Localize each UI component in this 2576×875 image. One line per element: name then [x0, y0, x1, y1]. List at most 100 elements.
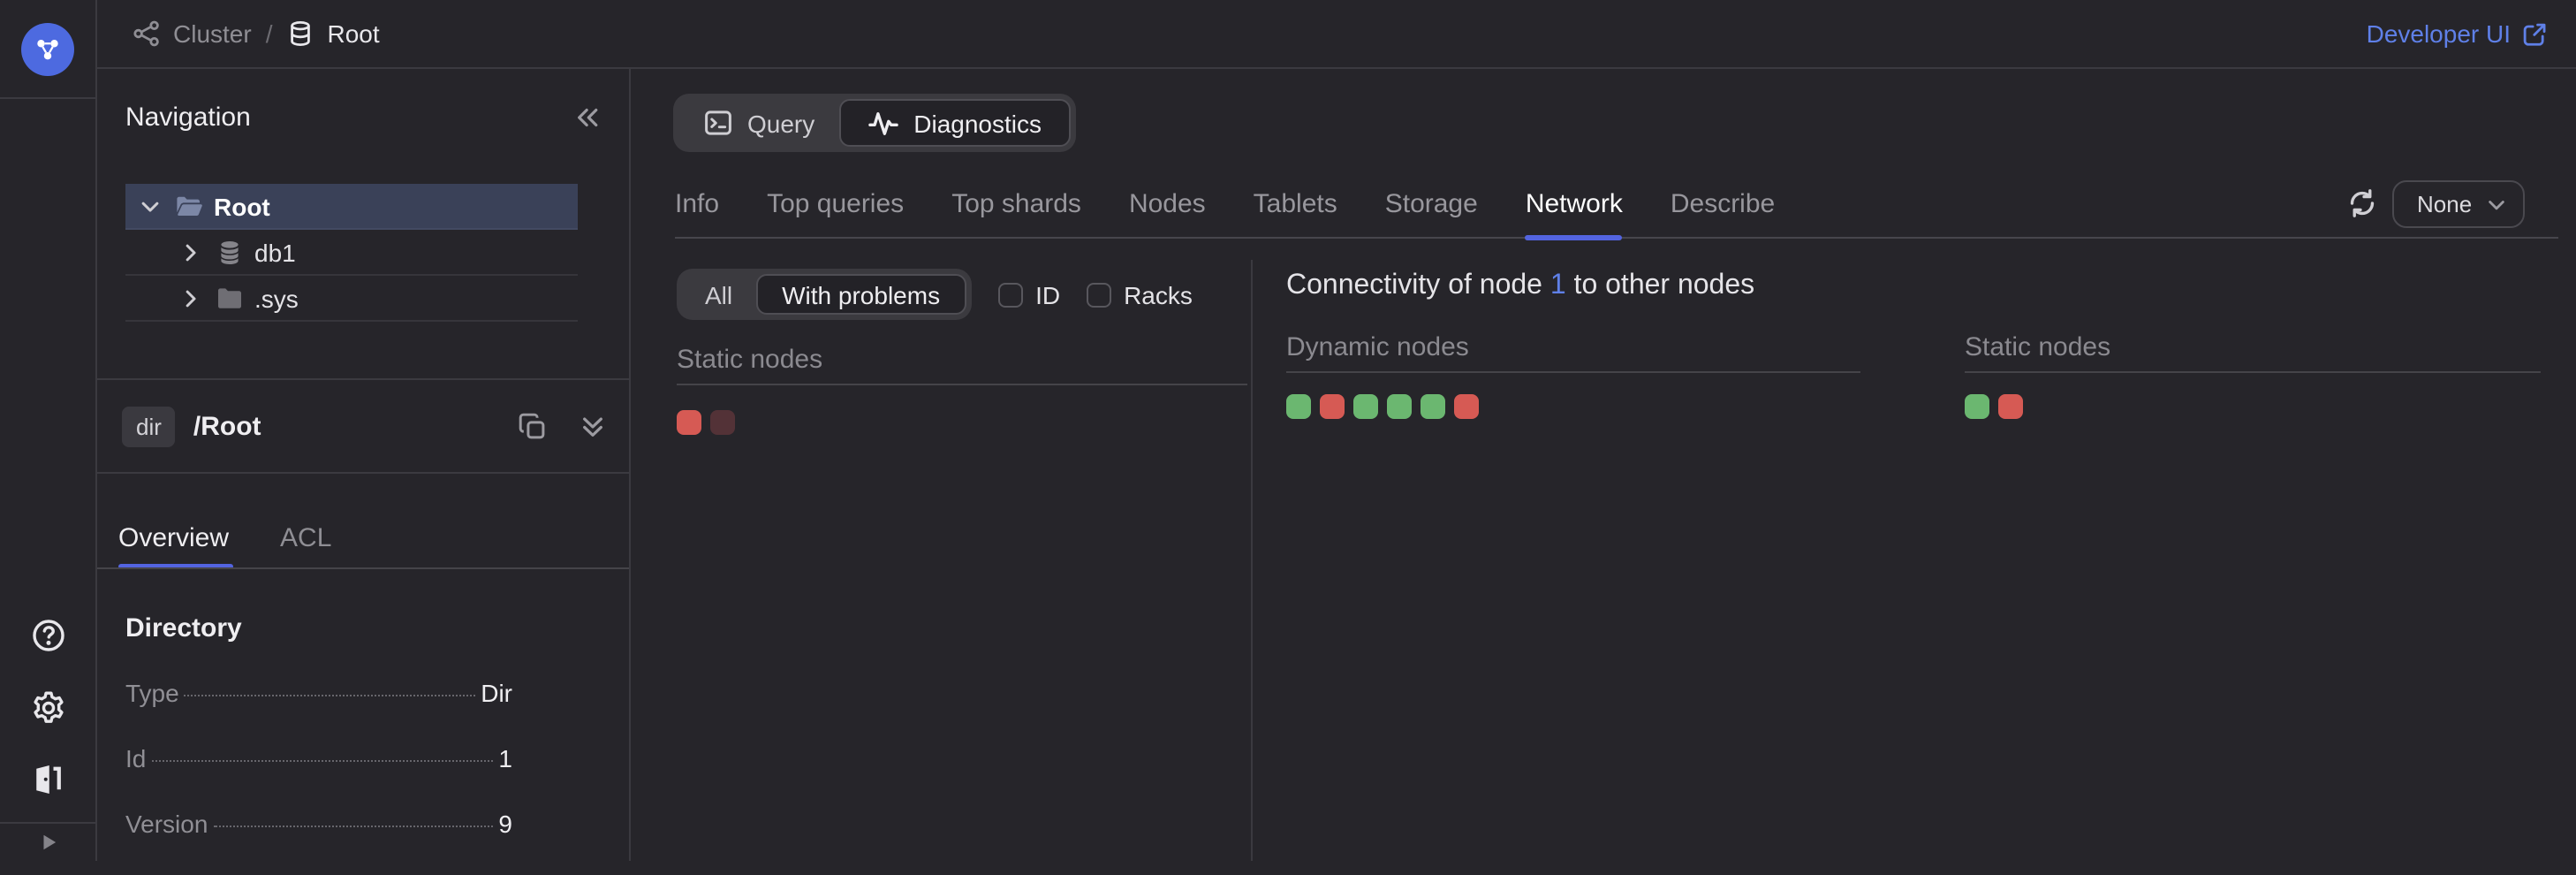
- info-value: 1: [498, 744, 512, 772]
- navigation-panel: Navigation R: [97, 69, 631, 861]
- static-nodes-grid: [1965, 394, 2541, 419]
- chevron-right-icon[interactable]: [177, 284, 205, 312]
- directory-section-title: Directory: [125, 613, 242, 643]
- breadcrumb-label: Root: [328, 19, 380, 48]
- panel-title: Static nodes: [1965, 332, 2110, 362]
- refresh-button[interactable]: [2345, 186, 2380, 221]
- dynamic-nodes-panel: Dynamic nodes: [1286, 332, 1860, 419]
- tree-item-root[interactable]: Root: [125, 184, 578, 230]
- info-row-version: Version 9: [125, 810, 512, 875]
- logout-button[interactable]: [27, 758, 69, 801]
- chevron-right-icon[interactable]: [177, 238, 205, 266]
- pulse-icon: [868, 107, 899, 139]
- tab-network[interactable]: Network: [1526, 175, 1623, 237]
- rail-expand-toggle[interactable]: [0, 822, 95, 861]
- rail-bottom-icons: [0, 613, 95, 801]
- folder-open-icon: [175, 192, 203, 220]
- database-icon: [287, 19, 315, 48]
- node-status-square[interactable]: [1353, 394, 1378, 419]
- dynamic-nodes-panel-header: Dynamic nodes: [1286, 332, 1860, 373]
- expand-details-button[interactable]: [576, 410, 608, 442]
- entity-path: /Root: [193, 411, 261, 441]
- tab-tablets[interactable]: Tablets: [1254, 175, 1337, 237]
- breadcrumb-separator: /: [266, 19, 273, 48]
- dotted-leader: [151, 760, 493, 762]
- view-switch-query[interactable]: Query: [678, 99, 839, 147]
- double-chevron-left-icon: [572, 102, 602, 132]
- autorefresh-select[interactable]: None: [2392, 180, 2525, 228]
- terminal-icon: [703, 108, 733, 138]
- diagnostics-tabs: Info Top queries Top shards Nodes Tablet…: [675, 175, 2558, 239]
- tab-acl[interactable]: ACL: [280, 500, 331, 569]
- database-icon: [216, 238, 244, 266]
- checkbox-id[interactable]: ID: [998, 280, 1060, 308]
- left-rail: [0, 0, 97, 861]
- refresh-icon: [2346, 187, 2378, 219]
- node-status-square[interactable]: [1965, 394, 1989, 419]
- directory-info: Type Dir Id 1 Version 9: [125, 679, 512, 875]
- autorefresh-value: None: [2417, 191, 2472, 217]
- breadcrumb-cluster[interactable]: Cluster: [133, 19, 252, 48]
- tab-storage[interactable]: Storage: [1385, 175, 1478, 237]
- node-status-square[interactable]: [1320, 394, 1345, 419]
- node-status-square[interactable]: [710, 410, 735, 435]
- connectivity-prefix: Connectivity of node: [1286, 270, 1550, 301]
- rail-logo-area: [0, 0, 95, 99]
- checkbox-racks[interactable]: Racks: [1087, 280, 1193, 308]
- tree-item-db1[interactable]: db1: [125, 230, 578, 276]
- node-status-square[interactable]: [677, 410, 701, 435]
- collapse-panel-button[interactable]: [569, 99, 604, 134]
- checkbox-box[interactable]: [998, 282, 1023, 307]
- checkbox-label: ID: [1035, 280, 1060, 308]
- entity-header: dir /Root: [122, 399, 608, 453]
- tree-item-sys[interactable]: .sys: [125, 276, 578, 322]
- app-root: Cluster / Root Developer UI: [0, 0, 2576, 861]
- node-status-square[interactable]: [1387, 394, 1412, 419]
- static-nodes-panel-header: Static nodes: [1965, 332, 2541, 373]
- info-value: Dir: [481, 679, 512, 707]
- info-value: 9: [498, 810, 512, 838]
- gear-icon: [29, 689, 66, 726]
- entity-actions: [516, 410, 608, 442]
- breadcrumb-root[interactable]: Root: [287, 19, 380, 48]
- view-switch-label: Diagnostics: [913, 109, 1042, 137]
- cluster-icon: [133, 19, 161, 48]
- tab-info[interactable]: Info: [675, 175, 719, 237]
- node-status-square[interactable]: [1421, 394, 1445, 419]
- tab-nodes[interactable]: Nodes: [1129, 175, 1206, 237]
- filter-with-problems[interactable]: With problems: [755, 274, 966, 315]
- developer-ui-label: Developer UI: [2367, 19, 2511, 48]
- tree-item-label: Root: [214, 192, 270, 220]
- tab-top-shards[interactable]: Top shards: [951, 175, 1081, 237]
- info-row-type: Type Dir: [125, 679, 512, 744]
- main-content: Query Diagnostics Info Top queries Top s…: [673, 69, 2576, 861]
- breadcrumb: Cluster / Root: [133, 19, 380, 48]
- tab-describe[interactable]: Describe: [1671, 175, 1775, 237]
- node-status-square[interactable]: [1454, 394, 1479, 419]
- connectivity-suffix: to other nodes: [1566, 270, 1755, 301]
- static-nodes-grid: [677, 410, 735, 435]
- panel-title: Dynamic nodes: [1286, 332, 1469, 362]
- node-status-square[interactable]: [1286, 394, 1311, 419]
- chevron-down-icon[interactable]: [136, 192, 164, 220]
- copy-button[interactable]: [516, 410, 548, 442]
- copy-icon: [517, 411, 547, 441]
- developer-ui-link[interactable]: Developer UI: [2367, 19, 2548, 48]
- view-switch-label: Query: [747, 109, 814, 137]
- tab-top-queries[interactable]: Top queries: [767, 175, 904, 237]
- help-button[interactable]: [27, 613, 69, 656]
- view-switch-diagnostics[interactable]: Diagnostics: [839, 99, 1070, 147]
- chevron-down-icon: [2484, 192, 2509, 217]
- checkbox-box[interactable]: [1087, 282, 1111, 307]
- breadcrumb-label: Cluster: [173, 19, 252, 48]
- node-id-link[interactable]: 1: [1550, 270, 1566, 301]
- divider: [97, 472, 629, 474]
- ydb-logo[interactable]: [21, 22, 74, 75]
- node-status-square[interactable]: [1998, 394, 2023, 419]
- static-nodes-panel-header: Static nodes: [677, 345, 1247, 385]
- dotted-leader: [213, 826, 493, 827]
- tree-item-label: db1: [254, 238, 296, 266]
- tab-overview[interactable]: Overview: [118, 500, 229, 569]
- settings-button[interactable]: [27, 686, 69, 728]
- filter-all[interactable]: All: [682, 274, 755, 315]
